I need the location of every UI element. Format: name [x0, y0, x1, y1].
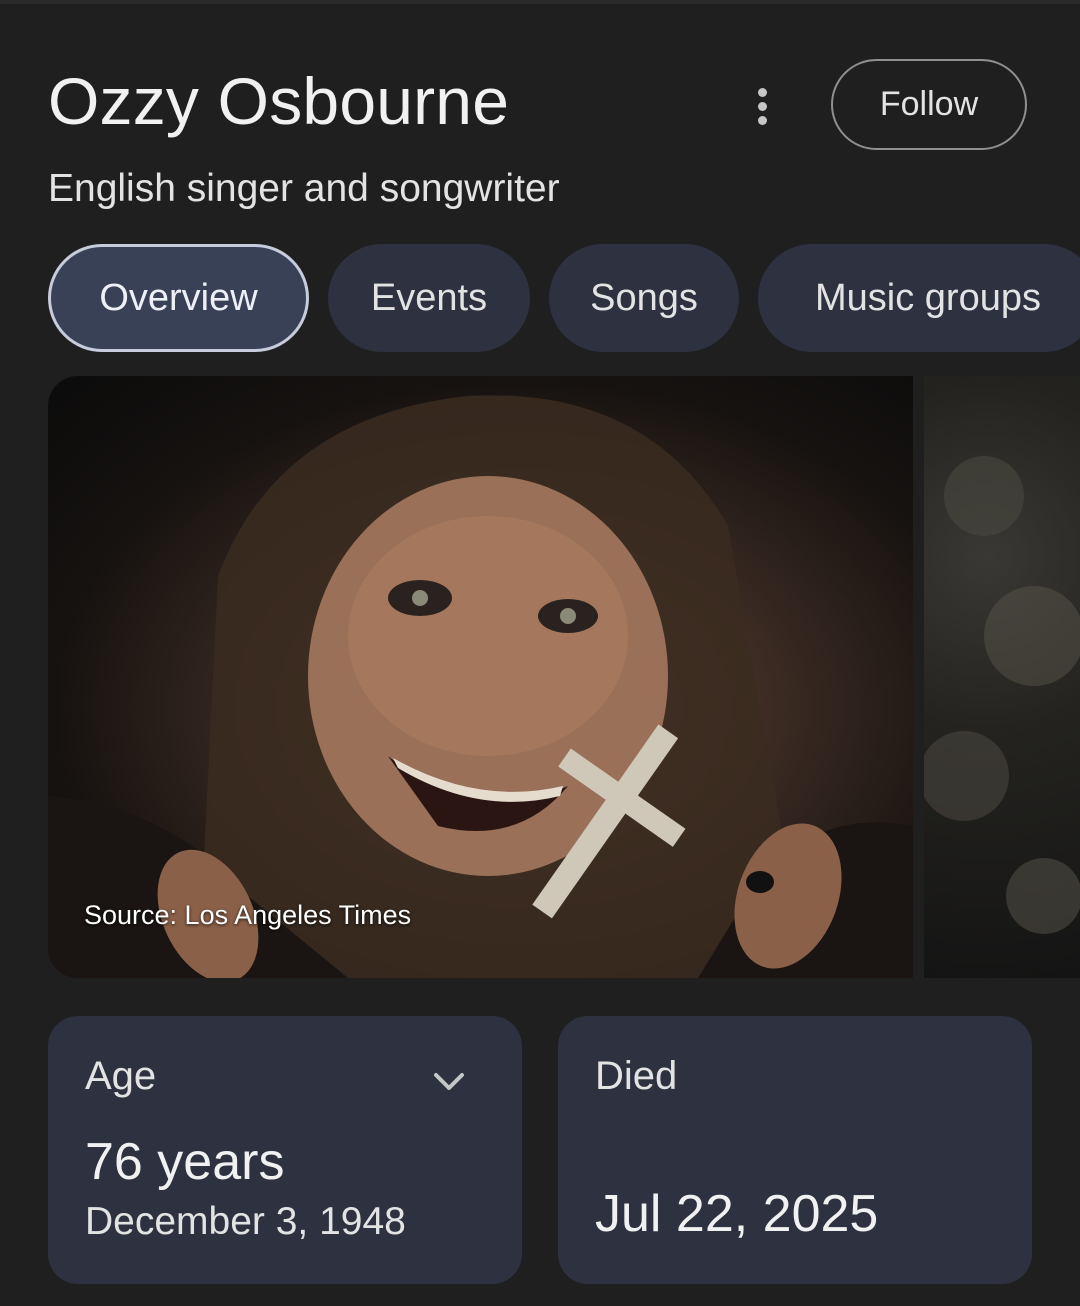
- age-card[interactable]: Age 76 years December 3, 1948: [48, 1016, 522, 1284]
- tab-overview[interactable]: Overview: [48, 244, 309, 352]
- birth-date: December 3, 1948: [85, 1200, 406, 1243]
- chevron-down-icon[interactable]: [428, 1060, 470, 1102]
- entity-subtitle: English singer and songwriter: [48, 167, 560, 210]
- death-date: Jul 22, 2025: [595, 1185, 879, 1243]
- kebab-dot: [757, 101, 767, 111]
- age-value: 76 years: [85, 1133, 285, 1191]
- main-photo[interactable]: Source: Los Angeles Times: [48, 376, 913, 978]
- died-card: Died Jul 22, 2025: [558, 1016, 1032, 1284]
- page-title: Ozzy Osbourne: [48, 64, 510, 138]
- kebab-dot: [757, 87, 767, 97]
- tab-songs[interactable]: Songs: [549, 244, 739, 352]
- tab-events[interactable]: Events: [328, 244, 530, 352]
- portrait-image: [48, 395, 913, 978]
- album-art-image: [924, 456, 1080, 934]
- kebab-dot: [757, 115, 767, 125]
- died-label: Died: [595, 1054, 678, 1098]
- age-label: Age: [85, 1054, 157, 1098]
- top-divider: [0, 0, 1080, 4]
- image-source-caption: Source: Los Angeles Times: [84, 900, 412, 930]
- tab-music-groups[interactable]: Music groups: [758, 244, 1080, 352]
- more-vert-icon[interactable]: [738, 80, 786, 132]
- secondary-photo[interactable]: [924, 376, 1080, 978]
- follow-button[interactable]: Follow: [831, 59, 1027, 150]
